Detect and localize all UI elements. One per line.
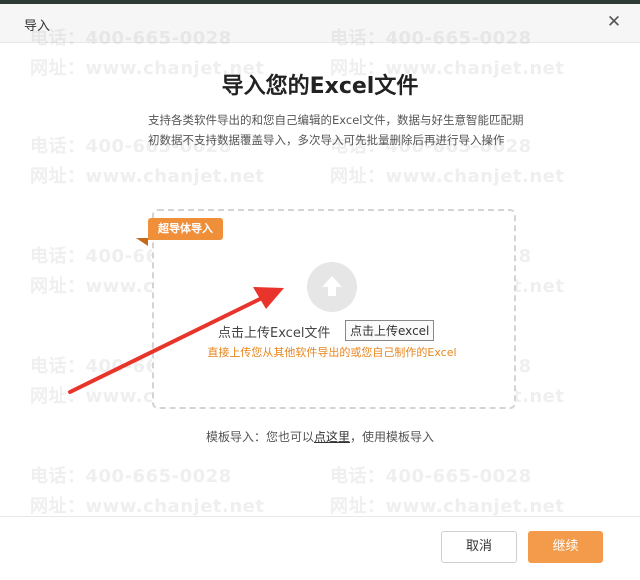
upload-file-button[interactable]: 点击上传excel bbox=[345, 320, 435, 341]
page-title: 导入您的Excel文件 bbox=[221, 74, 419, 99]
upload-hint: 直接上传您从其他软件导出的或您自己制作的Excel bbox=[207, 346, 457, 359]
ribbon-tail bbox=[136, 238, 148, 246]
template-link[interactable]: 点这里 bbox=[314, 430, 350, 444]
import-dialog: 导入 ✕ 导入您的Excel文件 支持各类软件导出的和您自己编辑的Excel文件… bbox=[0, 4, 640, 580]
import-description: 支持各类软件导出的和您自己编辑的Excel文件，数据与好生意智能匹配期初数据不支… bbox=[148, 113, 524, 147]
upload-label: 点击上传Excel文件 bbox=[218, 326, 331, 341]
ribbon-badge: 超导体导入 bbox=[148, 218, 223, 240]
upload-arrow-icon[interactable] bbox=[307, 262, 357, 312]
template-prefix: 模板导入：您也可以 bbox=[205, 430, 314, 444]
template-import-line: 模板导入：您也可以点这里，使用模板导入 bbox=[0, 428, 640, 445]
template-suffix: ，使用模板导入 bbox=[350, 430, 435, 444]
